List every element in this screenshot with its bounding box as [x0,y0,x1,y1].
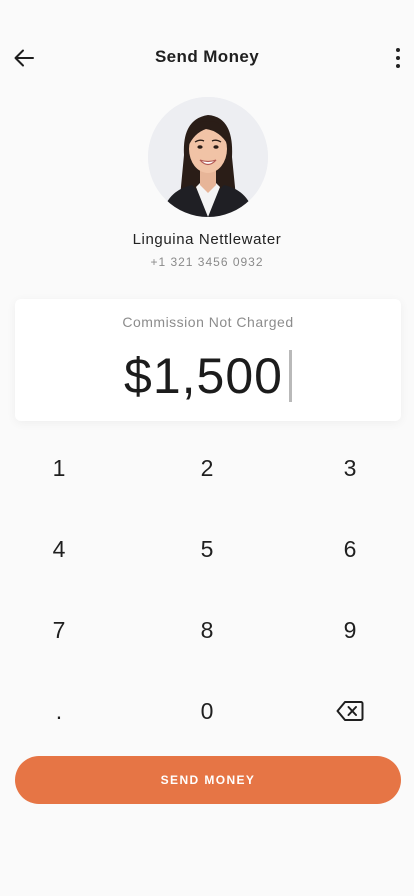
recipient-phone: +1 321 3456 0932 [150,255,264,269]
recipient-avatar [148,97,268,217]
key-1[interactable]: 1 [9,430,109,506]
backspace-button[interactable] [300,673,400,749]
key-5[interactable]: 5 [157,511,257,587]
page-title: Send Money [154,47,260,66]
more-vertical-icon [396,48,400,52]
key-0[interactable]: 0 [157,673,257,749]
key-6[interactable]: 6 [300,511,400,587]
amount-display[interactable]: $1,500 [15,347,401,405]
key-2[interactable]: 2 [157,430,257,506]
amount-value: $1,500 [124,348,283,404]
send-money-button[interactable]: SEND MONEY [15,756,401,804]
key-3[interactable]: 3 [300,430,400,506]
numeric-keypad: 1 2 3 4 5 6 7 8 9 . 0 [0,428,414,750]
text-cursor [288,350,292,402]
key-decimal[interactable]: . [9,673,109,749]
key-4[interactable]: 4 [9,511,109,587]
recipient-name: Linguina Nettlewater [132,231,282,248]
backspace-icon [336,701,364,721]
key-7[interactable]: 7 [9,592,109,668]
commission-note: Commission Not Charged [122,314,294,330]
more-options-button[interactable] [386,42,410,74]
key-8[interactable]: 8 [157,592,257,668]
key-9[interactable]: 9 [300,592,400,668]
amount-card: Commission Not Charged $1,500 [15,299,401,421]
